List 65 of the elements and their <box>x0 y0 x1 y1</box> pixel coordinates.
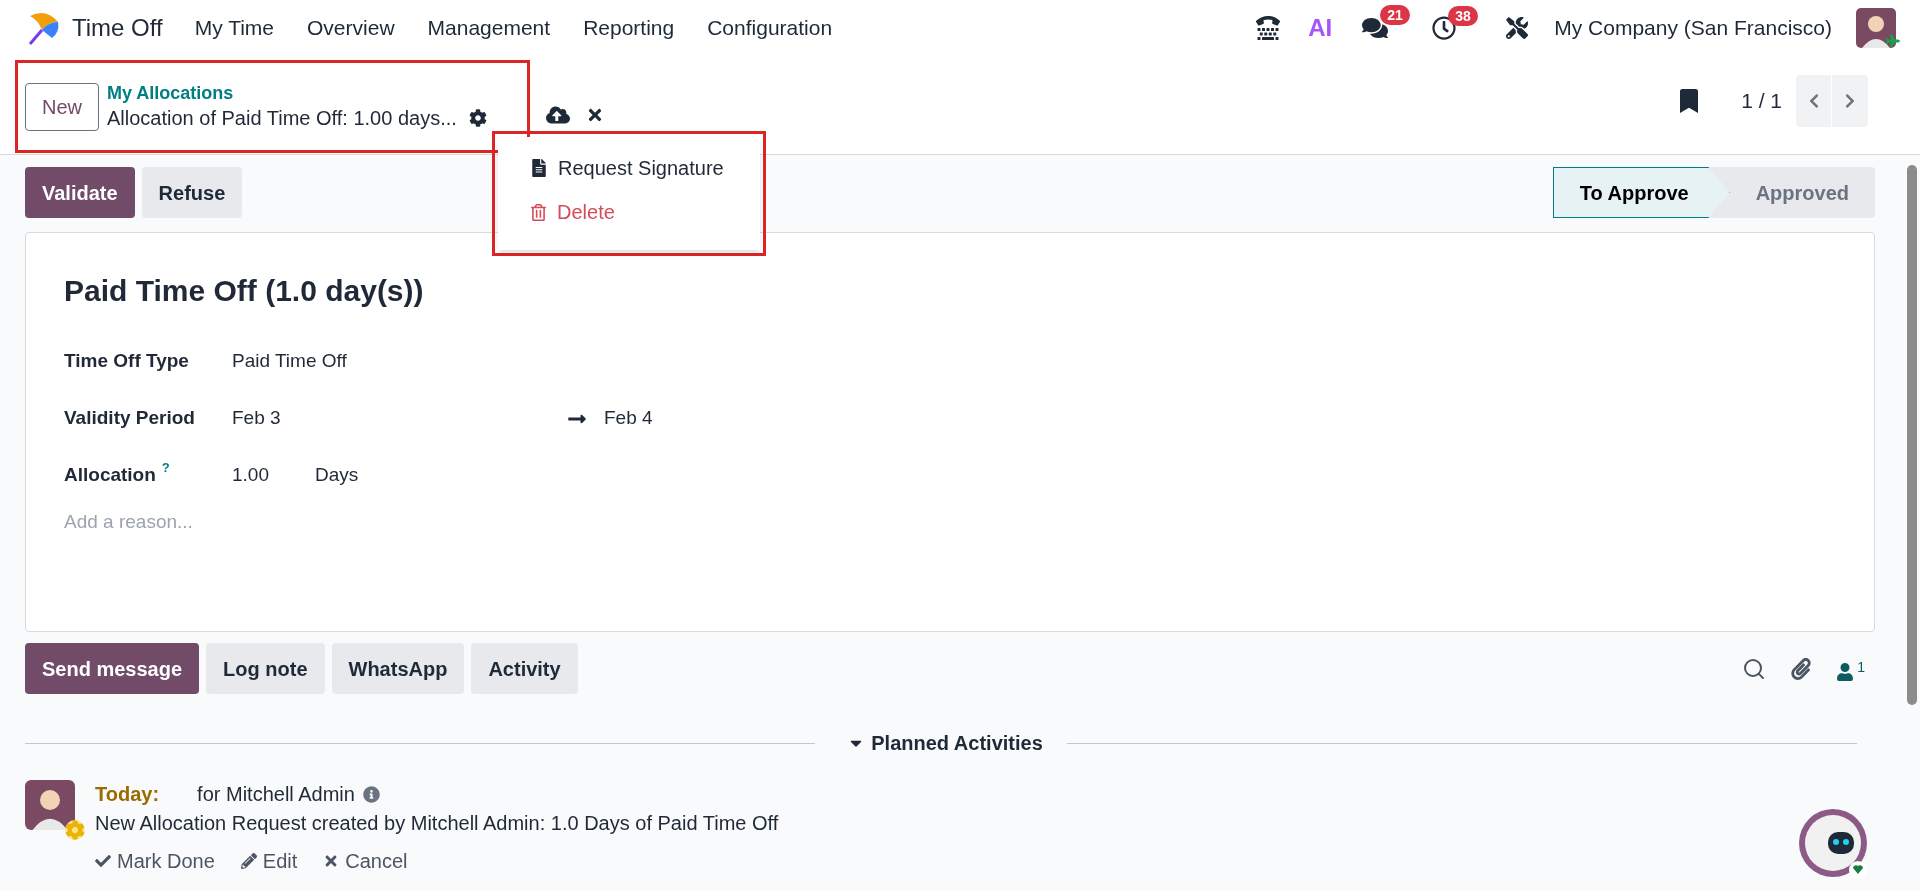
field-label: Validity Period <box>64 406 195 431</box>
gear-icon <box>65 820 85 840</box>
chat-icon[interactable] <box>1362 15 1389 41</box>
field-label: Allocation <box>64 463 156 488</box>
status-stage[interactable]: To Approve <box>1552 167 1730 218</box>
pencil-icon <box>240 853 257 869</box>
notification-badge: 21 <box>1380 5 1410 25</box>
search-icon[interactable] <box>1742 656 1767 681</box>
date-field[interactable]: Feb 3 <box>232 404 567 433</box>
phone-icon[interactable] <box>1256 16 1281 40</box>
activity-action[interactable]: Cancel <box>323 846 408 876</box>
company-switcher[interactable]: My Company (San Francisco) <box>1554 12 1832 44</box>
unit-label: Days <box>315 463 359 488</box>
new-button[interactable]: New <box>25 82 99 131</box>
help-tooltip[interactable]: ? <box>161 461 170 476</box>
chatter-button[interactable]: Log note <box>206 643 325 694</box>
menu-option[interactable]: Delete <box>530 197 760 227</box>
user-avatar <box>25 780 75 830</box>
menu-item[interactable]: Overview <box>307 12 395 44</box>
record-title: Allocation of Paid Time Off: 1.00 days... <box>107 105 457 131</box>
pager-value: 1 / 1 <box>1741 88 1782 115</box>
breadcrumb-link[interactable]: My Allocations <box>107 81 487 104</box>
section-title[interactable]: Planned Activities <box>871 728 1043 758</box>
tools-icon[interactable] <box>1506 17 1529 39</box>
menu-item[interactable]: Configuration <box>707 12 833 44</box>
status-stage[interactable]: Approved <box>1729 167 1875 218</box>
menu-option-label: Delete <box>557 200 615 225</box>
due-label: Today: <box>95 782 160 807</box>
plane-icon <box>1886 34 1900 48</box>
action-button[interactable]: Validate <box>25 167 135 218</box>
notification-badge: 38 <box>1448 6 1478 26</box>
reason-field[interactable]: Add a reason... <box>64 508 664 537</box>
settings-icon[interactable] <box>468 108 487 127</box>
app-name[interactable]: Time Off <box>72 10 163 46</box>
chatter-button[interactable]: WhatsApp <box>331 643 465 694</box>
user-avatar <box>1856 8 1896 48</box>
follower-count: 1 <box>1857 657 1865 677</box>
follower-icon[interactable] <box>1836 662 1855 681</box>
menu-item[interactable]: Management <box>427 12 551 44</box>
action-button[interactable]: Refuse <box>141 167 243 218</box>
chatter-button[interactable]: Activity <box>471 643 578 694</box>
chatter-button[interactable]: Send message <box>25 643 200 694</box>
close-icon[interactable] <box>586 106 604 124</box>
info-icon[interactable] <box>362 785 380 803</box>
field-label: Time Off Type <box>64 349 189 374</box>
clock-icon[interactable] <box>1432 16 1457 40</box>
activity-action[interactable]: Mark Done <box>95 846 215 876</box>
activity-action[interactable]: Edit <box>240 846 298 876</box>
assignee-text: for Mitchell Admin <box>197 782 355 807</box>
trash-icon <box>530 203 547 221</box>
document-icon <box>530 159 548 177</box>
field-value[interactable]: Paid Time Off <box>232 347 347 376</box>
activity-summary: New Allocation Request created by Mitchell Admin: 1.0 Days of Paid Time Off <box>95 811 779 836</box>
check-icon <box>95 853 111 869</box>
chatbot-icon[interactable] <box>1798 808 1870 880</box>
menu-item[interactable]: Reporting <box>583 12 675 44</box>
form-title: Paid Time Off (1.0 day(s)) <box>64 273 425 309</box>
menu-option[interactable]: Request Signature <box>530 153 760 183</box>
date-field[interactable]: Feb 4 <box>604 404 653 433</box>
number-field[interactable]: 1.00 <box>232 461 315 490</box>
ai-logo[interactable]: AI <box>1308 10 1333 46</box>
paperclip-icon[interactable] <box>1790 657 1813 680</box>
previous-button[interactable] <box>1796 75 1832 127</box>
menu-item[interactable]: My Time <box>194 12 275 44</box>
menu-option-label: Request Signature <box>558 156 724 181</box>
